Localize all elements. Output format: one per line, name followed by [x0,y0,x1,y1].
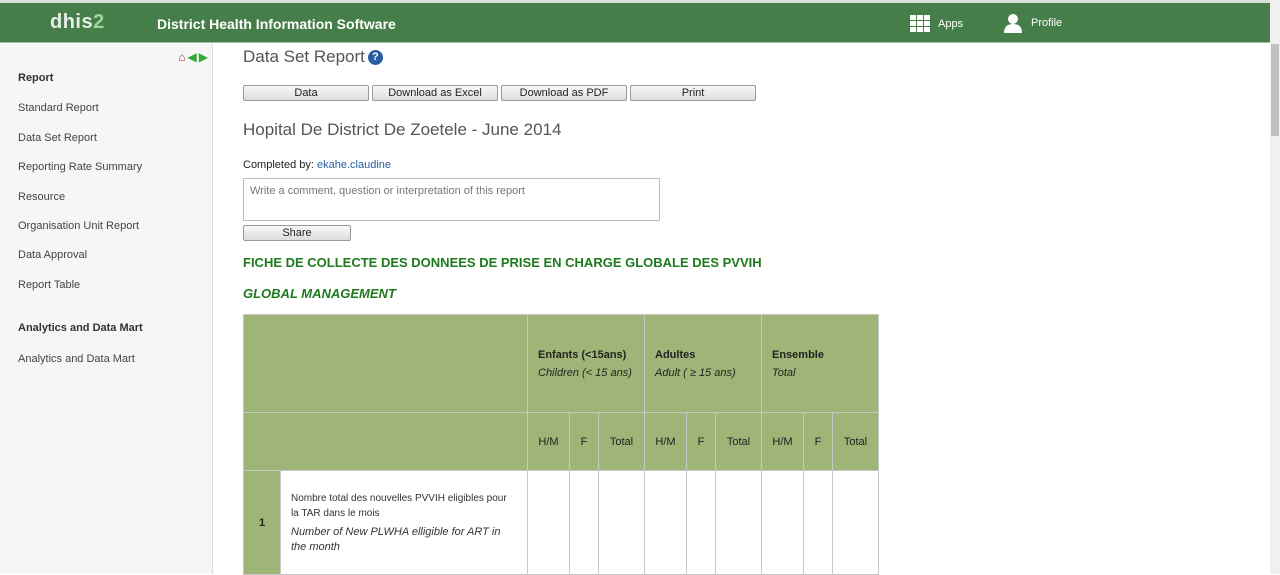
page-title-text: Data Set Report [243,47,365,66]
apps-grid-icon [910,15,930,32]
print-button[interactable]: Print [630,85,756,101]
sidebar-item-analytics[interactable]: Analytics and Data Mart [18,353,135,365]
share-button[interactable]: Share [243,225,351,241]
top-header: dhis2 District Health Information Softwa… [0,3,1270,43]
report-title: Hopital De District De Zoetele - June 20… [243,120,562,139]
group-fr: Adultes [655,348,696,361]
sidebar-item-report-table[interactable]: Report Table [18,279,80,291]
comment-input[interactable]: Write a comment, question or interpretat… [243,178,660,221]
sidebar-section-report: Report [18,72,54,84]
download-excel-button[interactable]: Download as Excel [372,85,498,101]
subcol-header: H/M [527,412,570,471]
header-empty-cell [243,314,528,413]
sidebar-section-analytics: Analytics and Data Mart [18,322,143,334]
data-button[interactable]: Data [243,85,369,101]
header-empty-cell [243,412,528,471]
subcol-header: H/M [761,412,804,471]
sidebar-item-data-set-report[interactable]: Data Set Report [18,132,97,144]
table-row: 1 Nombre total des nouvelles PVVIH eligi… [243,470,879,575]
help-icon[interactable]: ? [367,50,383,65]
subcol-header: Total [832,412,879,471]
group-header-children: Enfants (<15ans) Children (< 15 ans) [527,314,645,413]
row-label-en: Number of New PLWHA elligible for ART in… [291,525,501,553]
sidebar-item-org-unit-report[interactable]: Organisation Unit Report [18,220,139,232]
completed-label: Completed by: [243,159,314,171]
completed-by-user-link[interactable]: ekahe.claudine [317,159,391,171]
profile-label: Profile [1031,17,1063,29]
profile-menu[interactable]: Profile [1003,13,1062,33]
subcol-header: Total [715,412,762,471]
sidebar-item-reporting-rate-summary[interactable]: Reporting Rate Summary [18,161,142,173]
group-fr: Ensemble [772,348,824,361]
value-cell [761,470,804,575]
page-scrollbar[interactable] [1270,0,1280,574]
page-title: Data Set Report? [243,47,383,67]
app-title: District Health Information Software [157,16,396,32]
value-cell [715,470,762,575]
home-icon[interactable]: ⌂ [178,50,185,64]
value-cell [803,470,833,575]
value-cell [527,470,570,575]
scrollbar-thumb[interactable] [1271,44,1279,136]
subcol-header: H/M [644,412,687,471]
dhis2-logo[interactable]: dhis2 [50,11,105,34]
download-pdf-button[interactable]: Download as PDF [501,85,627,101]
apps-menu[interactable]: Apps [910,15,963,32]
group-fr: Enfants (<15ans) [538,348,627,361]
value-cell [832,470,879,575]
group-header-adults: Adultes Adult ( ≥ 15 ans) [644,314,762,413]
value-cell [686,470,716,575]
form-title: FICHE DE COLLECTE DES DONNEES DE PRISE E… [243,255,762,270]
row-label: Nombre total des nouvelles PVVIH eligibl… [280,470,528,575]
user-icon [1004,14,1022,33]
group-en: Total [772,366,796,379]
apps-label: Apps [938,17,964,30]
report-table: Enfants (<15ans) Children (< 15 ans) Adul… [243,314,879,575]
value-cell [598,470,645,575]
sidebar-item-data-approval[interactable]: Data Approval [18,249,87,261]
section-title: GLOBAL MANAGEMENT [243,286,396,301]
sidebar-item-resource[interactable]: Resource [18,191,65,203]
expand-menu-icon[interactable]: ▶ [199,50,208,64]
sidebar: ⌂ ◀ ▶ [0,44,213,574]
row-label-fr: Nombre total des nouvelles PVVIH eligibl… [291,492,507,519]
subcol-header: Total [598,412,645,471]
group-header-total: Ensemble Total [761,314,879,413]
row-number: 1 [243,470,281,575]
collapse-menu-icon[interactable]: ◀ [188,50,197,64]
group-en: Adult ( ≥ 15 ans) [655,366,736,379]
completed-by: Completed by: ekahe.claudine [243,159,391,171]
subcol-header: F [686,412,716,471]
subcol-header: F [569,412,599,471]
value-cell [644,470,687,575]
group-en: Children (< 15 ans) [538,366,632,379]
value-cell [569,470,599,575]
sidebar-item-standard-report[interactable]: Standard Report [18,102,99,114]
subcol-header: F [803,412,833,471]
